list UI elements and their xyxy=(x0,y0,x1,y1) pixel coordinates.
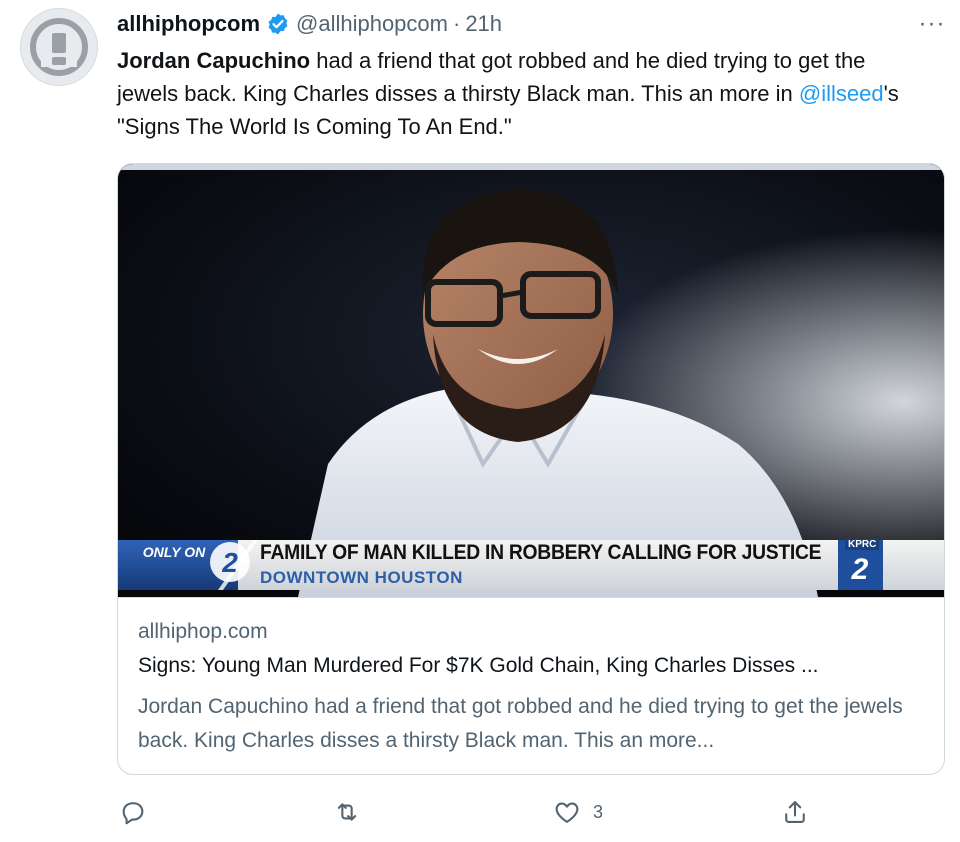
action-bar: 3 xyxy=(117,792,943,832)
mention-link[interactable]: @illseed xyxy=(799,81,884,106)
reply-icon xyxy=(122,802,144,825)
only-on-badge: ONLY ON xyxy=(142,544,206,560)
retweet-button[interactable] xyxy=(333,792,361,832)
card-domain: allhiphop.com xyxy=(138,620,268,643)
news-video-still: 2 2 xyxy=(118,164,944,597)
news-location-text: DOWNTOWN HOUSTON xyxy=(260,568,463,587)
tweet-text: Jordan Capuchino had a friend that got r… xyxy=(117,44,927,143)
verified-badge-icon xyxy=(266,12,290,36)
avatar-logo-icon xyxy=(30,18,88,76)
station-logo: KPRC xyxy=(845,539,880,550)
more-options-icon[interactable]: ··· xyxy=(914,6,950,42)
svg-text:2: 2 xyxy=(851,553,869,586)
tweet-text-bold: Jordan Capuchino xyxy=(117,48,311,73)
retweet-icon xyxy=(337,803,357,821)
timestamp[interactable]: 21h xyxy=(465,11,502,37)
svg-text:2: 2 xyxy=(221,547,238,578)
like-count: 3 xyxy=(593,801,604,822)
share-icon xyxy=(785,801,805,823)
tweet-header: allhiphopcom @allhiphopcom · 21h xyxy=(117,9,502,39)
card-media-image[interactable]: 2 2 ONLY ON FAMILY OF MAN KILLED IN ROBB… xyxy=(118,164,944,597)
display-name[interactable]: allhiphopcom xyxy=(117,11,260,37)
reply-button[interactable] xyxy=(119,792,147,832)
handle[interactable]: @allhiphopcom xyxy=(296,11,448,37)
like-button[interactable]: 3 xyxy=(553,792,603,832)
share-button[interactable] xyxy=(781,792,809,832)
like-icon xyxy=(555,802,579,823)
link-card[interactable]: 2 2 ONLY ON FAMILY OF MAN KILLED IN ROBB… xyxy=(117,163,945,775)
card-title: Signs: Young Man Murdered For $7K Gold C… xyxy=(138,654,819,677)
avatar[interactable] xyxy=(20,8,98,86)
card-body[interactable]: allhiphop.com Signs: Young Man Murdered … xyxy=(118,597,944,774)
card-description: Jordan Capuchino had a friend that got r… xyxy=(138,695,903,752)
separator-dot: · xyxy=(452,11,461,36)
news-headline-text: FAMILY OF MAN KILLED IN ROBBERY CALLING … xyxy=(260,541,822,564)
